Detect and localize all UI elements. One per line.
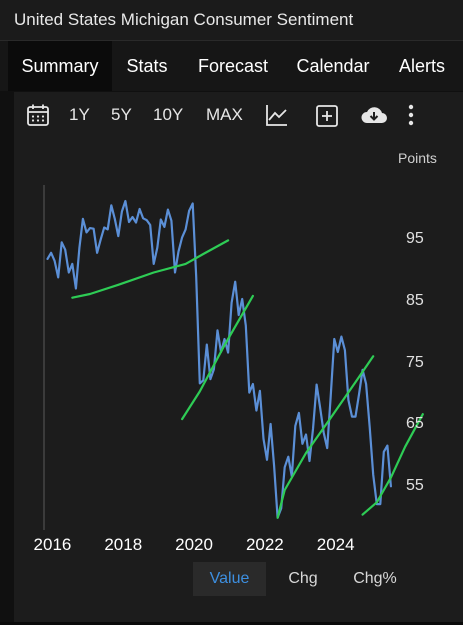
series-line-sentiment [46,199,392,519]
y-tick-label: 85 [406,292,424,310]
segment-value[interactable]: Value [193,562,266,596]
line-chart [43,185,424,530]
x-tick-label: 2022 [245,535,284,554]
x-tick-label: 2020 [175,535,213,554]
trend-line-2 [181,294,254,421]
x-tick-label: 2018 [104,535,143,554]
segment-chg[interactable]: Chg [272,562,334,596]
segment-chg-percent[interactable]: Chg% [340,562,410,596]
x-tick-label: 2016 [33,535,72,554]
y-tick-label: 55 [406,476,424,494]
y-tick-label: 65 [406,415,424,433]
y-tick-label: 75 [406,353,424,371]
x-tick-label: 2024 [316,535,355,554]
y-tick-label: 95 [406,230,424,248]
